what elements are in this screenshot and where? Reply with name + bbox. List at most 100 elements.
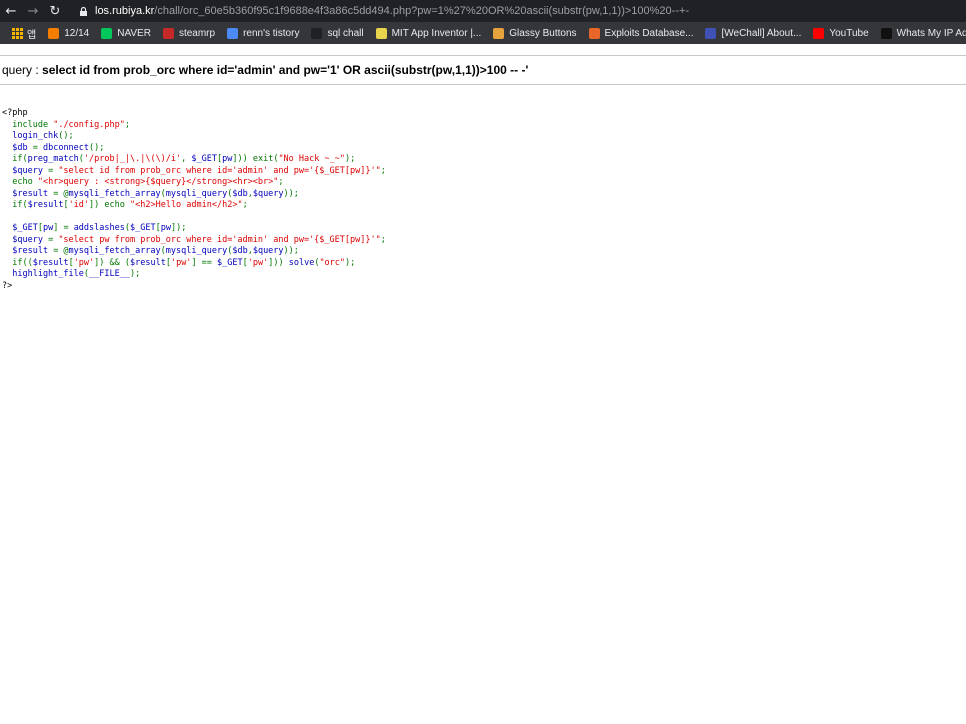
code-token: "No Hack ~_~" [278, 154, 345, 164]
code-token: preg_match [27, 154, 79, 164]
code-token: echo [12, 177, 38, 187]
code-token: ); [129, 269, 141, 279]
bookmark-apps[interactable]: 앱 [0, 22, 42, 44]
code-line: login_chk(); [2, 131, 962, 143]
code-token: mysqli_query [165, 246, 228, 256]
code-token: mysqli_fetch_array [68, 246, 161, 256]
code-token: $result [2, 188, 54, 199]
bookmark-blogger[interactable]: 12/14 [42, 22, 95, 44]
bookmark-whatsmyip[interactable]: Whats My IP Ad [875, 22, 966, 44]
url-path: /chall/orc_60e5b360f95c1f9688e4f3a86c5dd… [154, 5, 690, 17]
query-prefix: query : [2, 63, 43, 77]
code-token: ]); [170, 223, 187, 233]
code-line: highlight_file(__FILE__); [2, 269, 962, 281]
code-token: "<hr>query : <strong>{$query}</strong><h… [37, 177, 279, 187]
code-token: ] == [191, 257, 218, 268]
code-token: $_GET [2, 223, 38, 233]
bookmark-label: renn's tistory [243, 27, 300, 39]
naver-icon [101, 27, 113, 39]
reload-button[interactable]: ↻ [44, 0, 66, 22]
bookmark-label: sql chall [327, 27, 364, 39]
code-token: ] = [53, 223, 74, 233]
forward-button[interactable]: → [22, 0, 44, 22]
tistory-icon [227, 27, 239, 39]
code-line: <?php [2, 108, 962, 120]
code-token: include [12, 119, 54, 130]
code-token: $_GET [191, 154, 217, 164]
code-token: if( [12, 200, 28, 210]
code-token: ?> [2, 280, 13, 291]
code-token: = [48, 234, 59, 245]
bookmark-steamrp[interactable]: steamrp [157, 22, 221, 44]
bookmark-label: Glassy Buttons [509, 27, 577, 39]
address-bar[interactable]: los.rubiya.kr/chall/orc_60e5b360f95c1f96… [78, 0, 938, 22]
code-line: if(($result['pw']) && ($result['pw'] == … [2, 258, 962, 270]
code-token: (); [58, 131, 74, 141]
bookmark-label: MIT App Inventor |... [391, 27, 482, 39]
bookmark-exploitdb[interactable]: Exploits Database... [583, 22, 700, 44]
code-token: login_chk [2, 131, 59, 141]
code-token: ; [380, 234, 386, 245]
code-token: $result [2, 246, 54, 256]
code-token: $query [252, 246, 284, 256]
query-line: query : select id from prob_orc where id… [2, 63, 528, 77]
bookmark-z[interactable]: sql chall [305, 22, 369, 44]
code-token: 'pw' [170, 257, 192, 268]
code-token: '/prob|_|\.|\(\)/i' [83, 154, 182, 164]
back-button[interactable]: ← [0, 0, 22, 22]
code-token: , [181, 154, 192, 164]
code-line: echo "<hr>query : <strong>{$query}</stro… [2, 177, 962, 189]
code-line: $query = "select pw from prob_orc where … [2, 235, 962, 247]
code-token: ]) && ( [94, 257, 130, 268]
bookmark-naver[interactable]: NAVER [95, 22, 157, 44]
code-token: solve [288, 257, 315, 268]
code-token: = @ [53, 246, 69, 256]
code-token: ])) exit( [232, 154, 279, 164]
code-token: (); [89, 142, 105, 153]
youtube-icon [813, 27, 825, 39]
code-token: 'id' [68, 200, 90, 210]
code-token: )); [283, 188, 299, 199]
wechall-icon [705, 27, 717, 39]
bookmark-label: 12/14 [64, 27, 90, 39]
bookmark-mit[interactable]: MIT App Inventor |... [370, 22, 488, 44]
browser-toolbar: ← → ↻ los.rubiya.kr/chall/orc_60e5b360f9… [0, 0, 966, 22]
code-token: pw [42, 223, 54, 233]
bookmarks-bar: 앱 12/14 NAVER steamrp renn's tistory sql chal… [0, 22, 966, 44]
bookmark-wechall[interactable]: [WeChall] About... [699, 22, 807, 44]
code-token: "./config.php" [53, 119, 125, 130]
code-token: ])) [268, 257, 289, 268]
bookmark-glassy[interactable]: Glassy Buttons [487, 22, 582, 44]
arrow-right-icon: → [27, 3, 39, 19]
code-token: "select pw from prob_orc where id='admin… [58, 234, 381, 245]
code-token: $db [232, 188, 248, 199]
top-divider [0, 55, 966, 56]
code-token: ; [242, 200, 248, 210]
code-token: highlight_file [2, 269, 84, 279]
code-token: if(( [12, 257, 33, 268]
code-token: $db [232, 246, 248, 256]
code-token: $result [32, 257, 69, 268]
code-line: $db = dbconnect(); [2, 143, 962, 155]
code-token: = [48, 165, 59, 176]
bottom-divider [0, 84, 966, 85]
bookmark-tistory[interactable]: renn's tistory [221, 22, 305, 44]
bookmark-youtube[interactable]: YouTube [807, 22, 874, 44]
code-line: $query = "select id from prob_orc where … [2, 166, 962, 178]
code-token: ; [278, 177, 284, 187]
bookmark-label: YouTube [829, 27, 869, 39]
code-line: $result = @mysqli_fetch_array(mysqli_que… [2, 189, 962, 201]
code-token: ]) echo [89, 200, 130, 210]
code-token: mysqli_query [165, 188, 228, 199]
php-source-code: <?php include "./config.php"; login_chk(… [2, 108, 962, 292]
bookmark-label: steamrp [178, 27, 216, 39]
code-token: = [32, 142, 43, 153]
code-token: pw [160, 223, 171, 233]
code-token: )); [283, 246, 299, 256]
code-token: $result [27, 200, 64, 210]
